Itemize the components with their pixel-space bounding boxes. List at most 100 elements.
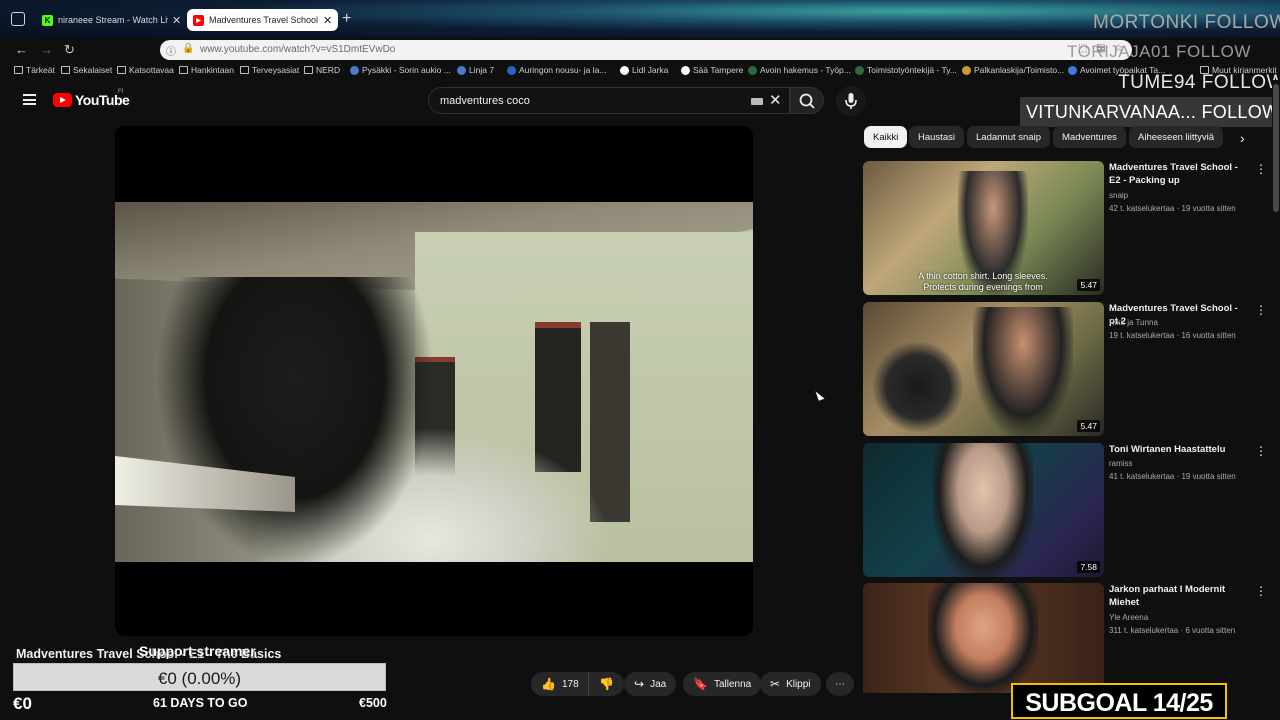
kick-icon: K [42, 14, 53, 26]
bookmark-link[interactable]: Sää Tampere [681, 65, 743, 75]
folder-icon [304, 66, 313, 74]
back-icon[interactable]: ← [15, 42, 28, 57]
bookmarks-bar: Tärkeät Sekalaiset Katsottavaa Hankintaa… [0, 62, 1280, 80]
video-meta: 19 t. katselukertaa · 16 vuotta sitten [1109, 331, 1236, 340]
video-thumbnail[interactable]: A thin cotton shirt. Long sleeves. Prote… [863, 161, 1104, 295]
video-meta: 311 t. katselukertaa · 6 vuotta sitten [1109, 626, 1236, 635]
follow-alert-banner: VITUNKARVANAA... FOLLOW [1020, 97, 1279, 127]
channel-name[interactable]: Yle Areena [1109, 613, 1148, 622]
tab-kick-stream[interactable]: K niraneee Stream - Watch Live o ✕ [36, 9, 187, 31]
more-vert-icon[interactable]: ⋮ [1255, 162, 1267, 176]
recommendation-item[interactable]: 5.47 Madventures Travel School - pt.2 Ri… [863, 302, 1267, 438]
share-button[interactable]: ↪ Jaa [624, 672, 677, 696]
recommendation-item[interactable]: A thin cotton shirt. Long sleeves. Prote… [863, 161, 1267, 297]
bookmark-link[interactable]: Lidl Jarka [620, 65, 668, 75]
bookmark-folder[interactable]: Sekalaiset [61, 65, 112, 75]
bookmark-folder[interactable]: Terveysasiat [240, 65, 299, 75]
scrollbar-thumb[interactable] [1273, 84, 1279, 212]
video-duration: 5.47 [1077, 279, 1100, 291]
close-icon[interactable]: ✕ [172, 14, 181, 27]
dislike-button[interactable]: 👎 [588, 672, 624, 696]
clip-label: Klippi [786, 678, 811, 690]
chevron-right-icon[interactable]: › [1240, 130, 1245, 146]
chip-all[interactable]: Kaikki [864, 126, 908, 148]
close-icon[interactable]: ✕ [323, 14, 332, 27]
new-tab-button[interactable]: + [342, 10, 351, 28]
bookmark-folder[interactable]: Hankintaan [179, 65, 234, 75]
more-vert-icon[interactable]: ⋮ [1255, 444, 1267, 458]
recommendation-title[interactable]: Toni Wirtanen Haastattelu [1109, 443, 1251, 456]
recommendation-title[interactable]: Jarkon parhaat I Modernit Miehet [1109, 583, 1251, 609]
thumbnail-caption: A thin cotton shirt. Long sleeves. Prote… [918, 271, 1048, 292]
search-box[interactable]: madventures coco ✕ [428, 87, 790, 114]
channel-name[interactable]: ramiss [1109, 459, 1133, 468]
video-thumbnail[interactable] [863, 583, 1104, 693]
tab-menu-icon[interactable] [11, 12, 25, 26]
more-vert-icon[interactable]: ⋮ [1255, 303, 1267, 317]
donation-goal-min: €0 [13, 694, 32, 713]
channel-name[interactable]: Riku ja Tunna [1109, 318, 1158, 327]
thumbs-up-icon: 👍 [541, 677, 556, 691]
browser-toolbar: ← → ↻ ⓘ 🔒 www.youtube.com/watch?v=vS1Dmt… [0, 38, 1280, 62]
more-vert-icon[interactable]: ⋮ [1255, 584, 1267, 598]
chip-madventures[interactable]: Madventures [1053, 126, 1126, 148]
folder-icon [240, 66, 249, 74]
screen: K niraneee Stream - Watch Live o ✕ ▶ Mad… [0, 0, 1280, 720]
reload-icon[interactable]: ↻ [64, 42, 75, 58]
address-bar[interactable]: ⓘ 🔒 www.youtube.com/watch?v=vS1DmtEVwDo … [160, 40, 1132, 60]
bookmark-folder[interactable]: Katsottavaa [117, 65, 174, 75]
mouse-cursor-icon [815, 389, 825, 401]
chip-search[interactable]: Haustasi [909, 126, 964, 148]
clip-button[interactable]: ✂ Klippi [760, 672, 821, 696]
forward-icon[interactable]: → [40, 42, 53, 57]
like-button[interactable]: 👍 178 [531, 672, 589, 696]
recommendation-title[interactable]: Madventures Travel School - E2 - Packing… [1109, 161, 1251, 187]
more-icon: ⋯ [835, 678, 845, 690]
video-thumbnail[interactable]: 5.47 [863, 302, 1104, 436]
donation-goal-max: €500 [359, 696, 387, 710]
video-frame [115, 202, 753, 562]
video-thumbnail[interactable]: 7.58 [863, 443, 1104, 577]
bookmark-link[interactable]: Toimistotyöntekijä - Ty... [855, 65, 957, 75]
search-input[interactable]: madventures coco [440, 95, 530, 107]
youtube-play-icon [53, 93, 72, 107]
bookmark-folder[interactable]: Tärkeät [14, 65, 55, 75]
google-icon [620, 65, 629, 75]
page-scrollbar[interactable] [1272, 80, 1280, 720]
follow-alert-mortonki: MORTONKI FOLLOW [1093, 12, 1280, 33]
hamburger-menu-icon[interactable] [23, 94, 36, 105]
site-info-icon[interactable]: ⓘ [166, 43, 176, 58]
donation-days-left: 61 DAYS TO GO [153, 696, 248, 710]
search-button[interactable] [790, 87, 824, 114]
voice-search-button[interactable] [836, 86, 866, 116]
chip-uploader[interactable]: Ladannut snaip [967, 126, 1050, 148]
channel-name[interactable]: snaip [1109, 191, 1128, 200]
chip-related[interactable]: Aiheeseen liittyviä [1129, 126, 1224, 148]
url-text[interactable]: www.youtube.com/watch?v=vS1DmtEVwDo [200, 44, 395, 55]
video-player[interactable] [115, 126, 753, 636]
search-icon [799, 93, 815, 109]
recommendation-item[interactable]: 7.58 Toni Wirtanen Haastattelu ramiss 41… [863, 443, 1267, 579]
bookmark-link[interactable]: Linja 7 [457, 65, 494, 75]
youtube-icon: ▶ [193, 14, 204, 26]
clear-search-icon[interactable]: ✕ [769, 91, 782, 109]
bookmark-link[interactable]: Pysäkki - Sorin aukio ... [350, 65, 451, 75]
tab-youtube-video[interactable]: ▶ Madventures Travel School - E1 ✕ [187, 9, 339, 31]
support-streamer-heading: Support streamer [139, 643, 256, 659]
scissors-icon: ✂ [770, 677, 781, 691]
bookmark-link[interactable]: Auringon nousu- ja la... [507, 65, 606, 75]
keyboard-icon[interactable] [751, 98, 763, 105]
globe-icon [1068, 65, 1077, 75]
globe-icon [507, 65, 516, 75]
bookmark-link[interactable]: Avoin hakemus - Työp... [748, 65, 851, 75]
region-code: FI [118, 89, 124, 95]
more-actions-button[interactable]: ⋯ [826, 672, 854, 696]
youtube-logo[interactable]: YouTube FI [53, 89, 130, 108]
like-count: 178 [561, 678, 579, 690]
bookmark-folder[interactable]: NERD [304, 65, 340, 75]
folder-icon [117, 66, 126, 74]
save-button[interactable]: 🔖 Tallenna [683, 672, 762, 696]
donation-goal-bar: €0 (0.00%) [13, 663, 386, 691]
save-label: Tallenna [713, 678, 752, 690]
bookmark-link[interactable]: Palkanlaskija/Toimisto... [962, 65, 1064, 75]
